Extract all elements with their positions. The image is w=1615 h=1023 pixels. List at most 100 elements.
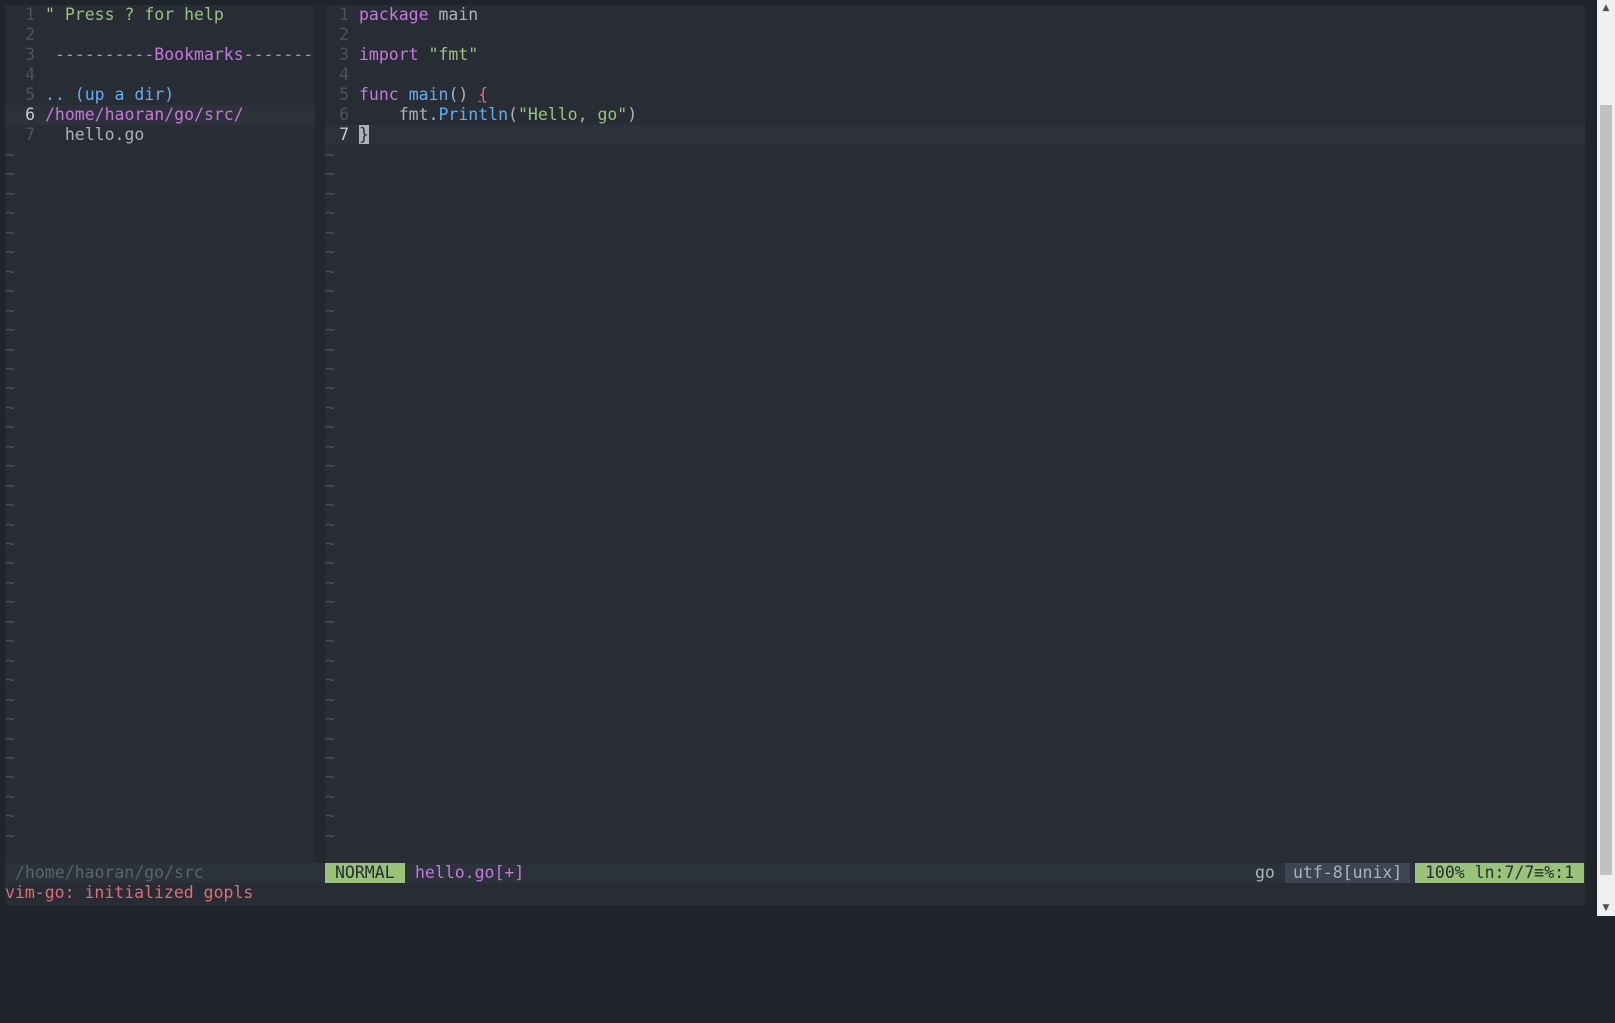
empty-line-marker: ~ (325, 767, 335, 787)
line-number: 1 (25, 5, 35, 24)
empty-line-marker: ~ (325, 242, 335, 262)
empty-line-marker: ~ (5, 709, 15, 729)
keyword: import (359, 45, 419, 64)
current-directory[interactable]: /home/haoran/go/src/ (45, 105, 244, 124)
code-line-6[interactable]: 6 fmt.Println("Hello, go") (325, 105, 1585, 125)
nerdtree-pane[interactable]: 1 " Press ? for help 2 3 ----------Bookma… (5, 5, 315, 863)
scroll-down-arrow-icon[interactable]: ▼ (1597, 900, 1615, 916)
empty-line-marker: ~ (325, 689, 335, 709)
line-number: 6 (25, 105, 35, 124)
empty-line-marker: ~ (5, 689, 15, 709)
empty-line-marker: ~ (5, 417, 15, 437)
empty-line-marker: ~ (5, 222, 15, 242)
scroll-up-arrow-icon[interactable]: ▲ (1597, 0, 1615, 16)
empty-line-marker: ~ (325, 397, 335, 417)
empty-line-marker: ~ (5, 397, 15, 417)
empty-line-marker: ~ (5, 436, 15, 456)
tree-line-3: 3 ----------Bookmarks------- (5, 45, 315, 65)
line-number: 6 (339, 105, 349, 124)
file-hello-go[interactable]: hello.go (45, 125, 144, 144)
empty-line-marker: ~ (5, 281, 15, 301)
empty-line-marker: ~ (325, 592, 335, 612)
encoding-indicator: utf-8[unix] (1285, 863, 1411, 883)
empty-line-marker: ~ (5, 300, 15, 320)
help-hint: " Press ? for help (45, 5, 224, 24)
empty-line-marker: ~ (5, 592, 15, 612)
line-number: 3 (25, 45, 35, 64)
empty-line-marker: ~ (5, 183, 15, 203)
vertical-split-divider[interactable] (315, 5, 325, 863)
editor-pane[interactable]: 1 package main 2 3 import "fmt" 4 5 func ma… (325, 5, 1585, 863)
keyword: package (359, 5, 429, 24)
empty-line-marker: ~ (325, 222, 335, 242)
empty-line-marker: ~ (5, 825, 15, 845)
empty-line-marker: ~ (325, 534, 335, 553)
empty-line-marker: ~ (325, 281, 335, 301)
code-line-7[interactable]: 7} (325, 125, 1585, 145)
empty-line-marker: ~ (325, 747, 335, 767)
code-line-3[interactable]: 3 import "fmt" (325, 45, 1585, 65)
empty-line-marker: ~ (325, 553, 335, 573)
mode-indicator: NORMAL (325, 863, 405, 883)
code-line-1[interactable]: 1 package main (325, 5, 1585, 25)
empty-line-marker: ~ (5, 534, 15, 553)
empty-line-marker: ~ (325, 806, 335, 826)
empty-line-marker: ~ (5, 320, 15, 340)
bookmarks-header: ----------Bookmarks------- (45, 45, 314, 64)
matching-brace: { (478, 85, 489, 104)
tree-line-5[interactable]: 5 .. (up a dir) (5, 85, 315, 105)
empty-line-marker: ~ (5, 767, 15, 787)
scroll-thumb[interactable] (1600, 105, 1612, 875)
empty-line-marker: ~ (5, 339, 15, 359)
empty-line-marker: ~ (325, 358, 335, 378)
empty-line-marker: ~ (5, 572, 15, 592)
code-line-5[interactable]: 5 func main() { (325, 85, 1585, 105)
window-scrollbar[interactable]: ▲ ▼ (1597, 0, 1615, 916)
empty-line-marker: ~ (5, 495, 15, 515)
tree-line-2: 2 (5, 25, 315, 45)
statusline: /home/haoran/go/src NORMAL hello.go[+] g… (5, 863, 1585, 883)
line-number: 7 (25, 125, 35, 144)
empty-line-marker: ~ (5, 475, 15, 495)
empty-line-marker: ~ (325, 436, 335, 456)
code-line-2[interactable]: 2 (325, 25, 1585, 45)
empty-line-marker: ~ (325, 786, 335, 806)
empty-line-marker: ~ (325, 456, 335, 476)
empty-line-marker: ~ (5, 261, 15, 281)
tree-line-7[interactable]: 7 hello.go (5, 125, 315, 145)
empty-line-marker: ~ (325, 378, 335, 398)
tree-line-6[interactable]: 6/home/haoran/go/src/ (5, 105, 315, 125)
empty-line-marker: ~ (325, 709, 335, 729)
empty-line-marker: ~ (5, 650, 15, 670)
empty-line-marker: ~ (325, 145, 335, 164)
line-number: 4 (339, 65, 349, 84)
command-line-message: vim-go: initialized gopls (5, 883, 254, 902)
identifier: main (428, 5, 479, 24)
line-number: 3 (339, 45, 349, 64)
empty-line-marker: ~ (325, 203, 335, 223)
empty-line-marker: ~ (325, 320, 335, 340)
function-name: Println (438, 105, 509, 124)
line-number: 7 (339, 125, 349, 144)
empty-line-marker: ~ (325, 417, 335, 437)
empty-line-marker: ~ (325, 728, 335, 748)
empty-line-marker: ~ (5, 242, 15, 262)
empty-line-marker: ~ (5, 378, 15, 398)
empty-line-marker: ~ (325, 670, 335, 690)
terminal-window[interactable]: 1 " Press ? for help 2 3 ----------Bookma… (5, 5, 1585, 905)
buffer-filename: hello.go[+] (415, 863, 525, 882)
empty-line-marker: ~ (5, 358, 15, 378)
empty-line-marker: ~ (5, 728, 15, 748)
line-number: 2 (339, 25, 349, 44)
empty-line-marker: ~ (5, 553, 15, 573)
line-number: 5 (339, 85, 349, 104)
empty-line-marker: ~ (5, 747, 15, 767)
up-a-dir-link[interactable]: .. (up a dir) (45, 85, 174, 104)
empty-line-marker: ~ (325, 164, 335, 184)
empty-line-marker: ~ (325, 514, 335, 534)
tree-line-4: 4 (5, 65, 315, 85)
code-line-4[interactable]: 4 (325, 65, 1585, 85)
empty-line-marker: ~ (5, 456, 15, 476)
string-literal: "Hello, go" (517, 105, 628, 124)
empty-line-marker: ~ (5, 670, 15, 690)
